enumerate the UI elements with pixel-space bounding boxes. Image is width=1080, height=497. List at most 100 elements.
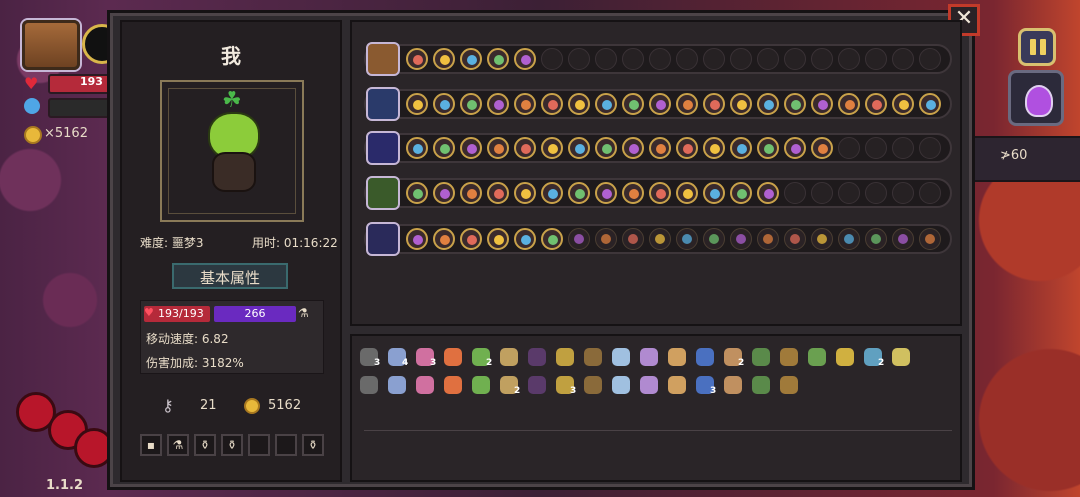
upgrade-slot[interactable]	[460, 228, 482, 250]
upgrade-slot[interactable]	[487, 228, 509, 250]
upgrade-slot[interactable]	[541, 137, 563, 159]
upgrade-slot[interactable]	[514, 228, 536, 250]
clock-icon[interactable]: 2	[862, 346, 884, 368]
inventory-slot[interactable]: ⚱	[221, 434, 243, 456]
upgrade-slot[interactable]	[514, 93, 536, 115]
potion-slot[interactable]	[1008, 70, 1064, 126]
upgrade-slot[interactable]	[460, 137, 482, 159]
upgrade-slot[interactable]	[919, 93, 941, 115]
upgrade-slot[interactable]	[838, 93, 860, 115]
inventory-slot[interactable]	[248, 434, 270, 456]
upgrade-slot[interactable]	[703, 93, 725, 115]
book-blue-icon[interactable]	[366, 222, 400, 256]
wings-icon[interactable]: 4	[386, 346, 408, 368]
witch-hat-icon[interactable]	[666, 374, 688, 396]
upgrade-slot[interactable]	[703, 182, 725, 204]
upgrade-slot[interactable]	[676, 228, 698, 250]
upgrade-slot[interactable]	[406, 228, 428, 250]
cheese-icon[interactable]	[582, 346, 604, 368]
upgrade-slot[interactable]	[811, 228, 833, 250]
sword-icon[interactable]: 3	[554, 374, 576, 396]
upgrade-slot[interactable]	[595, 137, 617, 159]
upgrade-slot[interactable]	[406, 137, 428, 159]
upgrade-slot[interactable]	[730, 137, 752, 159]
upgrade-slot[interactable]	[568, 182, 590, 204]
upgrade-slot[interactable]	[649, 137, 671, 159]
brain-icon[interactable]	[526, 374, 548, 396]
cape-icon[interactable]	[750, 374, 772, 396]
key-icon[interactable]	[610, 346, 632, 368]
inventory-slot[interactable]: ⚱	[194, 434, 216, 456]
upgrade-slot[interactable]	[406, 48, 428, 70]
clover-icon[interactable]	[386, 374, 408, 396]
shield-icon[interactable]	[414, 374, 436, 396]
upgrade-slot[interactable]	[811, 137, 833, 159]
upgrade-slot[interactable]	[757, 182, 779, 204]
upgrade-slot[interactable]	[784, 228, 806, 250]
upgrade-slot[interactable]	[433, 48, 455, 70]
upgrade-slot[interactable]	[433, 228, 455, 250]
upgrade-slot[interactable]	[541, 228, 563, 250]
upgrade-slot[interactable]	[514, 182, 536, 204]
helmet-icon[interactable]	[750, 346, 772, 368]
pendant-icon[interactable]	[778, 374, 800, 396]
inventory-slot[interactable]: ⚱	[302, 434, 324, 456]
upgrade-slot[interactable]	[703, 137, 725, 159]
spear-icon[interactable]	[366, 87, 400, 121]
upgrade-slot[interactable]	[622, 228, 644, 250]
upgrade-slot[interactable]	[649, 93, 671, 115]
upgrade-slot[interactable]	[865, 228, 887, 250]
book-green-icon[interactable]	[366, 176, 400, 210]
upgrade-slot[interactable]	[622, 93, 644, 115]
upgrade-slot[interactable]	[487, 48, 509, 70]
upgrade-slot[interactable]	[406, 93, 428, 115]
inventory-slot[interactable]: ▪	[140, 434, 162, 456]
upgrade-slot[interactable]	[514, 48, 536, 70]
vase-icon[interactable]	[778, 346, 800, 368]
upgrade-slot[interactable]	[676, 182, 698, 204]
upgrade-slot[interactable]	[622, 137, 644, 159]
upgrade-slot[interactable]	[676, 137, 698, 159]
upgrade-slot[interactable]	[757, 93, 779, 115]
cup-icon[interactable]	[638, 346, 660, 368]
upgrade-slot[interactable]	[730, 93, 752, 115]
upgrade-slot[interactable]	[460, 48, 482, 70]
upgrade-slot[interactable]	[649, 228, 671, 250]
upgrade-slot[interactable]	[703, 228, 725, 250]
upgrade-slot[interactable]	[838, 228, 860, 250]
upgrade-slot[interactable]	[568, 228, 590, 250]
bow-icon[interactable]	[834, 346, 856, 368]
upgrade-slot[interactable]	[784, 137, 806, 159]
upgrade-slot[interactable]	[757, 228, 779, 250]
branch-icon[interactable]	[554, 346, 576, 368]
glasses-icon[interactable]	[358, 374, 380, 396]
scroll2-icon[interactable]	[638, 374, 660, 396]
inventory-chest-icon[interactable]	[22, 20, 80, 70]
upgrade-slot[interactable]	[595, 228, 617, 250]
ring-icon[interactable]: 2	[498, 374, 520, 396]
upgrade-slot[interactable]	[406, 182, 428, 204]
upgrade-slot[interactable]	[676, 93, 698, 115]
upgrade-slot[interactable]	[730, 182, 752, 204]
upgrade-slot[interactable]	[892, 228, 914, 250]
skull-icon[interactable]: 3	[358, 346, 380, 368]
pause-button[interactable]	[1018, 28, 1056, 66]
map-icon[interactable]: 2	[722, 346, 744, 368]
diamond-icon[interactable]	[470, 374, 492, 396]
upgrade-slot[interactable]	[568, 93, 590, 115]
upgrade-slot[interactable]	[541, 93, 563, 115]
upgrade-slot[interactable]	[541, 182, 563, 204]
upgrade-slot[interactable]	[622, 182, 644, 204]
pickaxe-icon[interactable]	[666, 346, 688, 368]
upgrade-slot[interactable]	[811, 93, 833, 115]
upgrade-slot[interactable]	[514, 137, 536, 159]
upgrade-slot[interactable]	[433, 93, 455, 115]
upgrade-slot[interactable]	[730, 228, 752, 250]
upgrade-slot[interactable]	[460, 93, 482, 115]
hood-icon[interactable]: 3	[694, 374, 716, 396]
gem-icon[interactable]	[694, 346, 716, 368]
hat-icon[interactable]	[526, 346, 548, 368]
upgrade-slot[interactable]	[433, 182, 455, 204]
feather-icon[interactable]	[722, 374, 744, 396]
upgrade-slot[interactable]	[865, 93, 887, 115]
